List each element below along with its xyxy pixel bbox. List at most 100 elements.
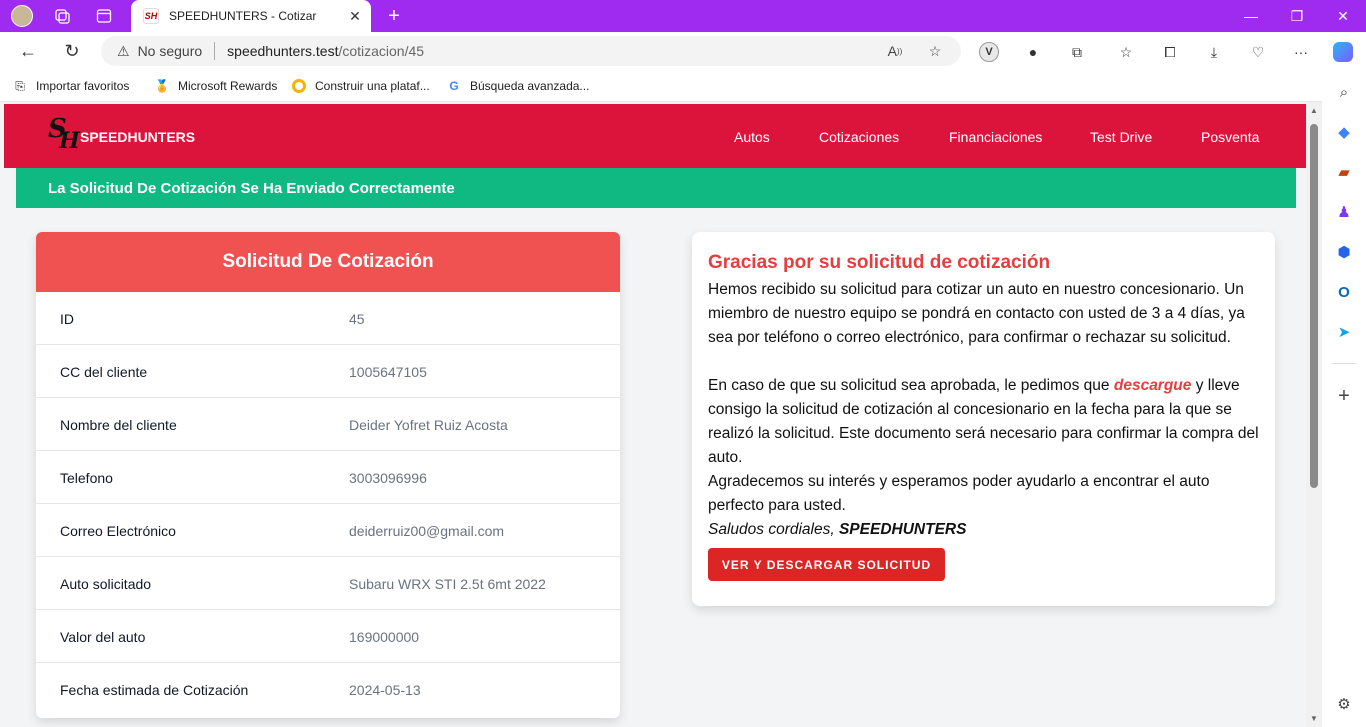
back-button[interactable]: ← bbox=[14, 37, 42, 65]
row-label: ID bbox=[60, 311, 74, 327]
send-icon[interactable]: ➤ bbox=[1333, 321, 1355, 343]
row-label: Auto solicitado bbox=[60, 576, 152, 592]
row-label: Nombre del cliente bbox=[60, 417, 177, 433]
row-value: 1005647105 bbox=[349, 364, 427, 380]
games-icon[interactable]: ♟ bbox=[1333, 201, 1355, 223]
row-value: Deider Yofret Ruiz Acosta bbox=[349, 417, 508, 433]
copilot-sidebar-icon[interactable]: ⬢ bbox=[1333, 241, 1355, 263]
favorite-rewards[interactable]: 🏅 Microsoft Rewards bbox=[154, 77, 278, 95]
row-value: 169000000 bbox=[349, 629, 420, 645]
quote-row: Telefono 3003096996 bbox=[36, 451, 620, 504]
tools-icon[interactable]: ▰ bbox=[1333, 161, 1355, 183]
more-menu-icon[interactable]: ··· bbox=[1290, 41, 1312, 63]
nav-autos[interactable]: Autos bbox=[734, 129, 770, 145]
nav-test-drive[interactable]: Test Drive bbox=[1090, 129, 1152, 145]
nav-financiaciones[interactable]: Financiaciones bbox=[949, 129, 1042, 145]
close-tab-icon[interactable]: ✕ bbox=[345, 6, 365, 26]
settings-gear-icon[interactable]: ⚙ bbox=[1333, 693, 1355, 715]
extension-v-icon[interactable]: V bbox=[978, 41, 1000, 63]
extension-dots-icon[interactable]: ● bbox=[1022, 41, 1044, 63]
shopping-tag-icon[interactable]: ◆ bbox=[1333, 121, 1355, 143]
signoff-text: Saludos cordiales, bbox=[708, 521, 839, 538]
row-label: Correo Electrónico bbox=[60, 523, 176, 539]
tab-actions-icon[interactable] bbox=[92, 4, 116, 28]
favorite-import[interactable]: ⎘ Importar favoritos bbox=[12, 77, 129, 95]
workspaces-icon[interactable] bbox=[50, 4, 74, 28]
sidebar-divider bbox=[1332, 363, 1356, 364]
url-path: /cotizacion/45 bbox=[338, 43, 425, 59]
thanks-card: Gracias por su solicitud de cotización H… bbox=[692, 232, 1275, 606]
browser-essentials-icon[interactable]: ♡ bbox=[1247, 41, 1269, 63]
page-scrollbar[interactable]: ▲ ▼ bbox=[1306, 102, 1322, 727]
site-navbar: S H SPEEDHUNTERS Autos Cotizaciones Fina… bbox=[4, 104, 1306, 168]
quote-row: Nombre del cliente Deider Yofret Ruiz Ac… bbox=[36, 398, 620, 451]
descargue-link[interactable]: descargue bbox=[1114, 377, 1192, 394]
row-value: 3003096996 bbox=[349, 470, 427, 486]
search-icon[interactable]: ⌕ bbox=[1333, 81, 1355, 103]
browser-tab-bar: SH SPEEDHUNTERS - Cotizar ✕ + — ❐ ✕ bbox=[0, 0, 1366, 32]
alert-message: La Solicitud De Cotización Se Ha Enviado… bbox=[48, 180, 455, 197]
downloads-icon[interactable]: ⤓ bbox=[1203, 41, 1225, 63]
address-toolbar: ← ↻ ⚠ No seguro speedhunters.test/cotiza… bbox=[0, 32, 1366, 70]
outlook-icon[interactable]: O bbox=[1333, 281, 1355, 303]
minimize-icon[interactable]: — bbox=[1228, 0, 1274, 32]
page-viewport: S H SPEEDHUNTERS Autos Cotizaciones Fina… bbox=[0, 102, 1322, 727]
favorites-icon[interactable]: ☆ bbox=[1115, 41, 1137, 63]
not-secure-label[interactable]: No seguro bbox=[138, 43, 203, 59]
scroll-thumb[interactable] bbox=[1310, 124, 1318, 488]
row-value: 45 bbox=[349, 311, 365, 327]
url-host: speedhunters.test bbox=[227, 43, 339, 59]
scroll-up-icon[interactable]: ▲ bbox=[1310, 106, 1318, 115]
copilot-icon[interactable] bbox=[1332, 41, 1354, 63]
read-aloud-icon[interactable]: A)) bbox=[885, 41, 905, 61]
row-label: Telefono bbox=[60, 470, 113, 486]
favorites-bar: ⎘ Importar favoritos 🏅 Microsoft Rewards… bbox=[0, 70, 1366, 102]
refresh-button[interactable]: ↻ bbox=[58, 37, 86, 65]
add-sidebar-icon[interactable]: + bbox=[1333, 385, 1355, 407]
tab-speedhunters[interactable]: SH SPEEDHUNTERS - Cotizar ✕ bbox=[131, 0, 371, 32]
collections-icon[interactable]: ⧠ bbox=[1159, 41, 1181, 63]
signoff-brand: SPEEDHUNTERS bbox=[838, 521, 967, 538]
profile-avatar-icon[interactable] bbox=[10, 4, 34, 28]
row-label: Valor del auto bbox=[60, 629, 146, 645]
favorite-platform[interactable]: Construir una plataf... bbox=[291, 77, 430, 95]
nav-posventa[interactable]: Posventa bbox=[1201, 129, 1259, 145]
import-icon: ⎘ bbox=[15, 78, 25, 93]
edge-sidebar: ⌕ ◆ ▰ ♟ ⬢ O ➤ + ⚙ bbox=[1322, 70, 1366, 727]
new-tab-button[interactable]: + bbox=[382, 4, 406, 28]
row-label: CC del cliente bbox=[60, 364, 148, 380]
scroll-down-icon[interactable]: ▼ bbox=[1310, 714, 1318, 723]
google-icon: G bbox=[449, 79, 459, 93]
row-value: 2024-05-13 bbox=[349, 682, 421, 698]
thanks-title: Gracias por su solicitud de cotización bbox=[708, 252, 1051, 273]
favorite-advanced-search[interactable]: G Búsqueda avanzada... bbox=[446, 77, 589, 95]
favorite-label: Microsoft Rewards bbox=[178, 79, 278, 93]
circle-icon bbox=[291, 78, 307, 94]
thanks-paragraph-2: En caso de que su solicitud sea aprobada… bbox=[708, 374, 1260, 470]
brand-name[interactable]: SPEEDHUNTERS bbox=[80, 129, 195, 145]
row-label: Fecha estimada de Cotización bbox=[60, 682, 249, 698]
tab-title: SPEEDHUNTERS - Cotizar bbox=[169, 9, 317, 23]
close-window-icon[interactable]: ✕ bbox=[1320, 0, 1366, 32]
address-bar[interactable]: ⚠ No seguro speedhunters.test/cotizacion… bbox=[101, 36, 961, 66]
extensions-icon[interactable]: ⧉ bbox=[1066, 41, 1088, 63]
download-request-button[interactable]: VER Y DESCARGAR SOLICITUD bbox=[708, 548, 945, 581]
quote-row: Fecha estimada de Cotización 2024-05-13 bbox=[36, 663, 620, 716]
quote-card: Solicitud De Cotización ID 45 CC del cli… bbox=[36, 232, 620, 718]
nav-cotizaciones[interactable]: Cotizaciones bbox=[819, 129, 899, 145]
restore-icon[interactable]: ❐ bbox=[1274, 0, 1320, 32]
rewards-medal-icon: 🏅 bbox=[154, 79, 170, 93]
favorite-label: Construir una plataf... bbox=[315, 79, 430, 93]
thanks-paragraph-3: Agradecemos su interés y esperamos poder… bbox=[708, 473, 1210, 514]
favorite-label: Búsqueda avanzada... bbox=[470, 79, 590, 93]
row-value: deiderruiz00@gmail.com bbox=[349, 523, 505, 539]
thanks-paragraph-1: Hemos recibido su solicitud para cotizar… bbox=[708, 281, 1245, 346]
success-alert: La Solicitud De Cotización Se Ha Enviado… bbox=[16, 168, 1296, 208]
signoff: Saludos cordiales, SPEEDHUNTERS bbox=[708, 518, 1260, 542]
speedhunters-logo[interactable]: S H bbox=[48, 114, 80, 154]
favorite-star-icon[interactable]: ☆ bbox=[925, 41, 945, 61]
quote-row: Valor del auto 169000000 bbox=[36, 610, 620, 663]
quote-row: CC del cliente 1005647105 bbox=[36, 345, 620, 398]
quote-card-title: Solicitud De Cotización bbox=[36, 232, 620, 292]
site-favicon-icon: SH bbox=[143, 8, 159, 24]
